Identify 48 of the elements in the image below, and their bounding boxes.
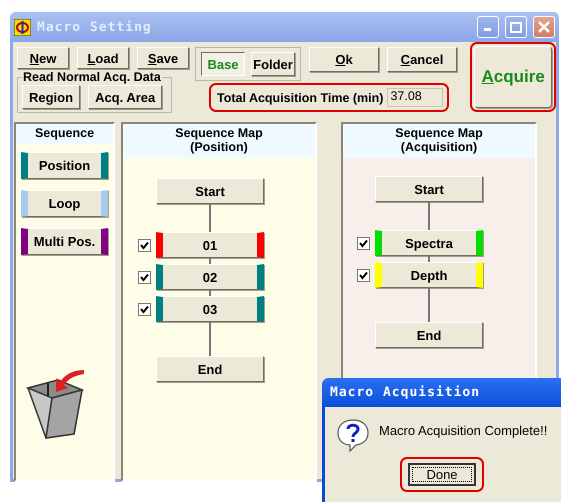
sequence-item-button[interactable]: Loop [21,190,108,217]
close-button[interactable] [533,16,555,38]
panel-header: Sequence [16,124,113,144]
done-button[interactable]: Done [408,463,476,486]
maximize-icon [510,22,522,32]
step-button[interactable]: 03 [156,296,264,322]
close-icon [538,21,550,33]
step-button[interactable]: 01 [156,232,264,258]
checkbox[interactable] [138,238,151,252]
connector-line [428,288,430,322]
step-button[interactable]: Spectra [375,230,483,256]
panel-header: Sequence Map (Position) [123,124,315,158]
connector-line [209,204,211,232]
start-button[interactable]: Start [156,178,264,204]
cancel-button[interactable]: Cancel [387,47,457,72]
start-button[interactable]: Start [375,176,483,202]
connector-line [428,202,430,230]
total-time-field[interactable]: 37.08 [387,88,444,107]
file-button[interactable]: New [17,47,69,69]
sequence-item-button[interactable]: Multi Pos. [21,228,108,255]
total-time-label: Total Acquisition Time (min) [217,90,384,104]
maximize-button[interactable] [505,16,527,38]
question-icon [335,417,371,453]
minimize-button[interactable] [477,16,499,38]
connector-line [209,322,211,356]
step-button[interactable]: 02 [156,264,264,290]
checkbox[interactable] [138,302,151,316]
ok-button[interactable]: Ok [309,47,379,72]
file-button[interactable]: Save [137,47,189,69]
checkbox[interactable] [357,268,370,282]
end-button[interactable]: End [375,322,483,348]
end-button[interactable]: End [156,356,264,382]
app-icon [14,18,31,36]
step-button[interactable]: Depth [375,262,483,288]
view-toggle-button[interactable]: Folder [251,52,295,76]
sequence-item-button[interactable]: Position [21,152,108,179]
file-button[interactable]: Load [77,47,129,69]
read-data-button[interactable]: Acq. Area [88,85,162,109]
read-data-button[interactable]: Region [22,85,80,109]
checkbox[interactable] [138,270,151,284]
panel-header: Sequence Map (Acquisition) [343,124,535,158]
acquire-button[interactable]: Acquire [474,46,552,108]
group-legend: Read Normal Acq. Data [22,70,162,84]
window-title: Macro Setting [37,20,153,34]
view-toggle-button[interactable]: Base [201,52,245,76]
checkbox[interactable] [357,236,370,250]
dialog-title: Macro Acquisition [322,378,561,407]
dialog-message: Macro Acquisition Complete!! [379,423,548,438]
